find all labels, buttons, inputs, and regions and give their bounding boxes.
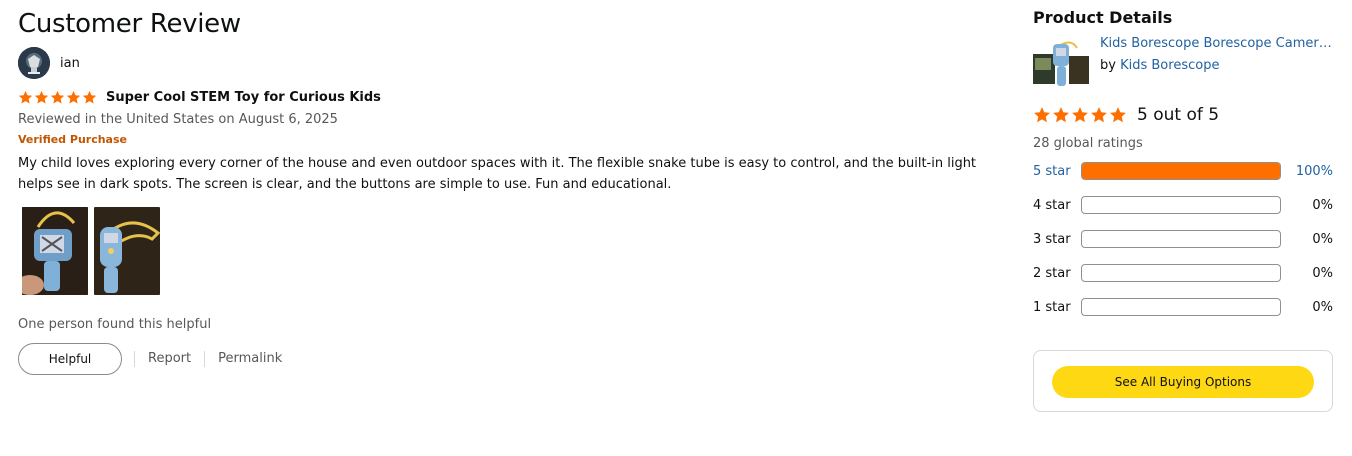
histogram-bar <box>1081 264 1281 282</box>
histogram-label: 1 star <box>1033 299 1071 315</box>
review-photo-2 <box>94 207 160 295</box>
helpful-button[interactable]: Helpful <box>18 343 122 375</box>
star-icon <box>34 90 49 103</box>
rating-histogram: 5 star 100% 4 star 0% 3 star 0% 2 star 0… <box>1033 161 1333 317</box>
histogram-label: 4 star <box>1033 197 1071 213</box>
star-icon <box>1072 107 1088 123</box>
review-title[interactable]: Super Cool STEM Toy for Curious Kids <box>106 90 381 105</box>
product-details-panel: Product Details Kids Borescope Borescope… <box>1033 8 1333 412</box>
report-link[interactable]: Report <box>135 351 204 367</box>
overall-stars <box>1033 106 1127 124</box>
brand-link[interactable]: Kids Borescope <box>1120 58 1219 73</box>
star-icon <box>1110 107 1126 123</box>
review-date: Reviewed in the United States on August … <box>18 112 338 127</box>
product-summary: Kids Borescope Borescope Camera with Lig… <box>1033 35 1333 88</box>
histogram-percent[interactable]: 100% <box>1281 164 1333 179</box>
permalink-link[interactable]: Permalink <box>205 351 295 367</box>
review-image-thumbnail[interactable] <box>94 207 160 295</box>
helpful-count-text: One person found this helpful <box>18 317 212 332</box>
avatar-image <box>18 47 50 79</box>
review-header: Super Cool STEM Toy for Curious Kids <box>18 87 1018 107</box>
star-icon <box>1091 107 1107 123</box>
histogram-percent: 0% <box>1312 231 1333 247</box>
histogram-bar <box>1081 162 1281 180</box>
histogram-row-5[interactable]: 5 star 100% <box>1033 161 1333 181</box>
verified-purchase-badge: Verified Purchase <box>18 133 127 146</box>
review-panel: Customer Review ian Super Cool STEM Toy … <box>18 8 1018 375</box>
product-byline: by Kids Borescope <box>1100 57 1333 75</box>
star-icon <box>1034 107 1050 123</box>
star-icon <box>82 90 97 103</box>
product-info: Kids Borescope Borescope Camera with Lig… <box>1100 35 1333 88</box>
page-title: Customer Review <box>18 9 241 39</box>
review-body: My child loves exploring every corner of… <box>18 156 977 192</box>
histogram-percent: 0% <box>1312 197 1333 213</box>
rating-text: 5 out of 5 <box>1137 105 1220 125</box>
histogram-label: 3 star <box>1033 231 1071 247</box>
review-photo-1 <box>22 207 88 295</box>
histogram-row-2: 2 star 0% <box>1033 263 1333 283</box>
product-thumbnail <box>1033 38 1089 88</box>
reviewer-name[interactable]: ian <box>60 56 80 71</box>
avatar[interactable] <box>18 47 50 79</box>
histogram-bar <box>1081 196 1281 214</box>
star-icon <box>18 90 33 103</box>
histogram-percent: 0% <box>1312 299 1333 315</box>
global-ratings: 28 global ratings <box>1033 136 1143 151</box>
star-icon <box>66 90 81 103</box>
histogram-percent: 0% <box>1312 265 1333 281</box>
histogram-row-1: 1 star 0% <box>1033 297 1333 317</box>
product-name-link[interactable]: Kids Borescope Borescope Camera with Lig… <box>1100 35 1333 53</box>
star-icon <box>50 90 65 103</box>
review-stars[interactable] <box>18 90 97 105</box>
overall-rating: 5 out of 5 <box>1033 104 1333 126</box>
histogram-bar <box>1081 298 1281 316</box>
star-icon <box>1053 107 1069 123</box>
review-actions: Helpful Report Permalink <box>18 343 1018 375</box>
product-image[interactable] <box>1033 38 1089 88</box>
histogram-fill <box>1082 163 1280 179</box>
buying-options-box: See All Buying Options <box>1033 350 1333 412</box>
by-prefix: by <box>1100 58 1116 73</box>
histogram-label: 2 star <box>1033 265 1071 281</box>
product-details-title: Product Details <box>1033 8 1173 27</box>
see-all-buying-options-button[interactable]: See All Buying Options <box>1052 366 1314 398</box>
histogram-row-4: 4 star 0% <box>1033 195 1333 215</box>
review-images <box>22 207 1018 295</box>
review-image-thumbnail[interactable] <box>22 207 88 295</box>
histogram-bar <box>1081 230 1281 248</box>
histogram-row-3: 3 star 0% <box>1033 229 1333 249</box>
reviewer-profile[interactable]: ian <box>18 47 1018 79</box>
histogram-label[interactable]: 5 star <box>1033 164 1081 179</box>
